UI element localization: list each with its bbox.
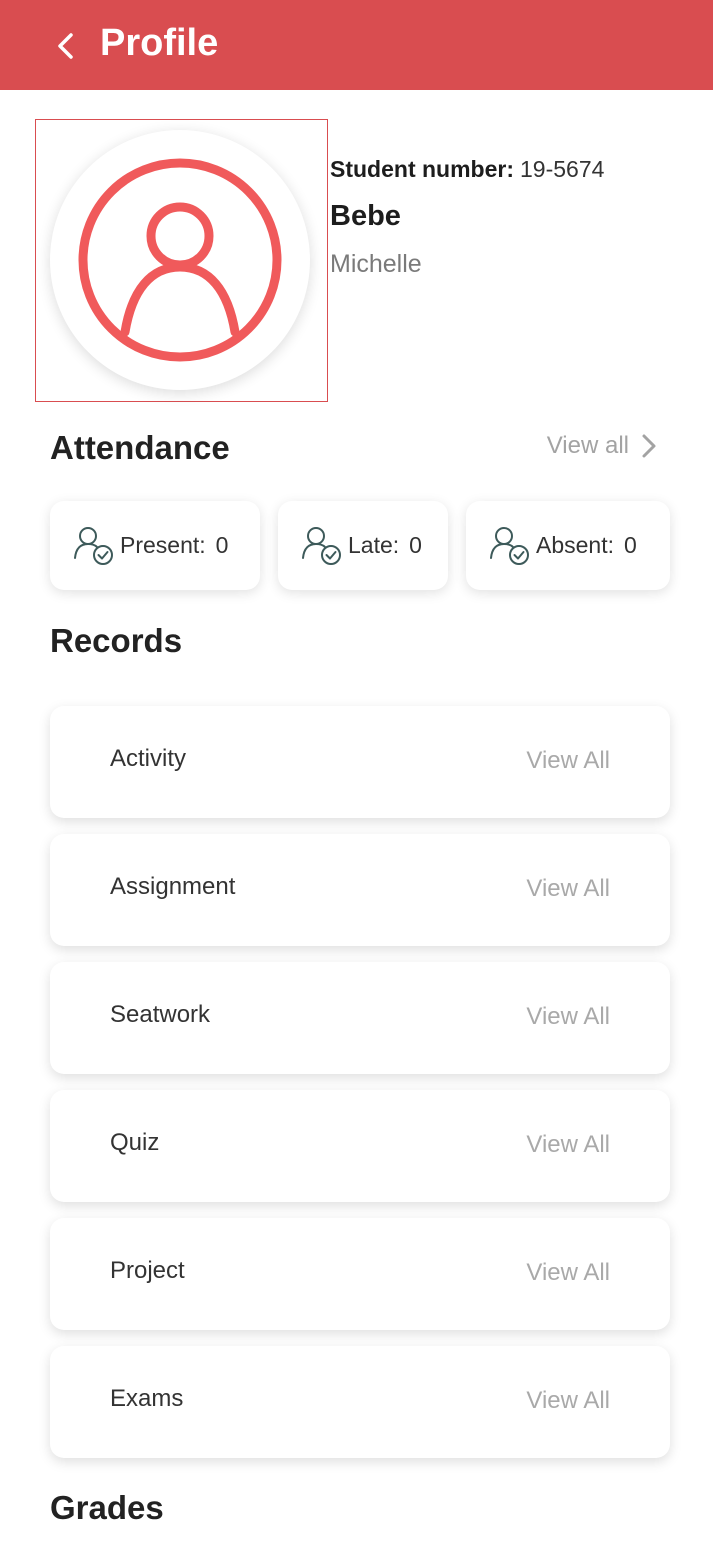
grades-heading: Grades (50, 1489, 164, 1526)
absent-label: Absent: (536, 532, 614, 558)
absent-count: 0 (624, 532, 637, 558)
record-label: Quiz (110, 1129, 160, 1156)
student-number-row: Student number: 19-5674 (330, 154, 604, 184)
user-circle-icon (78, 158, 282, 362)
student-first-name: Michelle (330, 250, 422, 278)
attendance-heading: Attendance (50, 429, 230, 466)
attendance-late-card[interactable]: Late: 0 (278, 501, 448, 590)
view-all-label: View all (546, 432, 629, 459)
view-all-button[interactable]: View All (526, 746, 610, 776)
late-label: Late: (348, 532, 400, 558)
user-check-icon (302, 526, 341, 565)
view-all-button[interactable]: View All (526, 1002, 610, 1032)
record-card-seatwork[interactable]: Seatwork View All (50, 962, 670, 1074)
attendance-absent-card[interactable]: Absent: 0 (466, 501, 670, 590)
record-label: Assignment (110, 873, 236, 900)
record-label: Project (110, 1257, 185, 1284)
chevron-left-icon (58, 33, 73, 59)
student-number-label: Student number: (330, 156, 514, 182)
user-check-icon (490, 526, 529, 565)
record-label: Seatwork (110, 1001, 211, 1028)
record-label: Activity (110, 745, 187, 772)
page-title: Profile (100, 22, 219, 64)
student-last-name: Bebe (330, 200, 401, 232)
record-card-exams[interactable]: Exams View All (50, 1346, 670, 1458)
view-all-button[interactable]: View All (526, 1258, 610, 1288)
user-check-icon (74, 526, 113, 565)
app-bar: Profile (0, 0, 713, 90)
view-all-button[interactable]: View All (526, 874, 610, 904)
chevron-right-icon (642, 434, 656, 458)
present-label: Present: (120, 532, 206, 558)
late-count: 0 (409, 532, 422, 558)
back-button[interactable] (46, 24, 86, 68)
attendance-present-card[interactable]: Present: 0 (50, 501, 260, 590)
record-card-assignment[interactable]: Assignment View All (50, 834, 670, 946)
record-card-activity[interactable]: Activity View All (50, 706, 670, 818)
student-number-value: 19-5674 (520, 156, 605, 182)
record-card-quiz[interactable]: Quiz View All (50, 1090, 670, 1202)
attendance-view-all-link[interactable]: View all (547, 432, 657, 460)
avatar[interactable] (50, 130, 310, 390)
records-heading: Records (50, 622, 183, 659)
present-count: 0 (215, 532, 229, 558)
view-all-button[interactable]: View All (526, 1386, 610, 1416)
record-label: Exams (110, 1385, 184, 1412)
record-card-project[interactable]: Project View All (50, 1218, 670, 1330)
view-all-button[interactable]: View All (526, 1130, 610, 1160)
